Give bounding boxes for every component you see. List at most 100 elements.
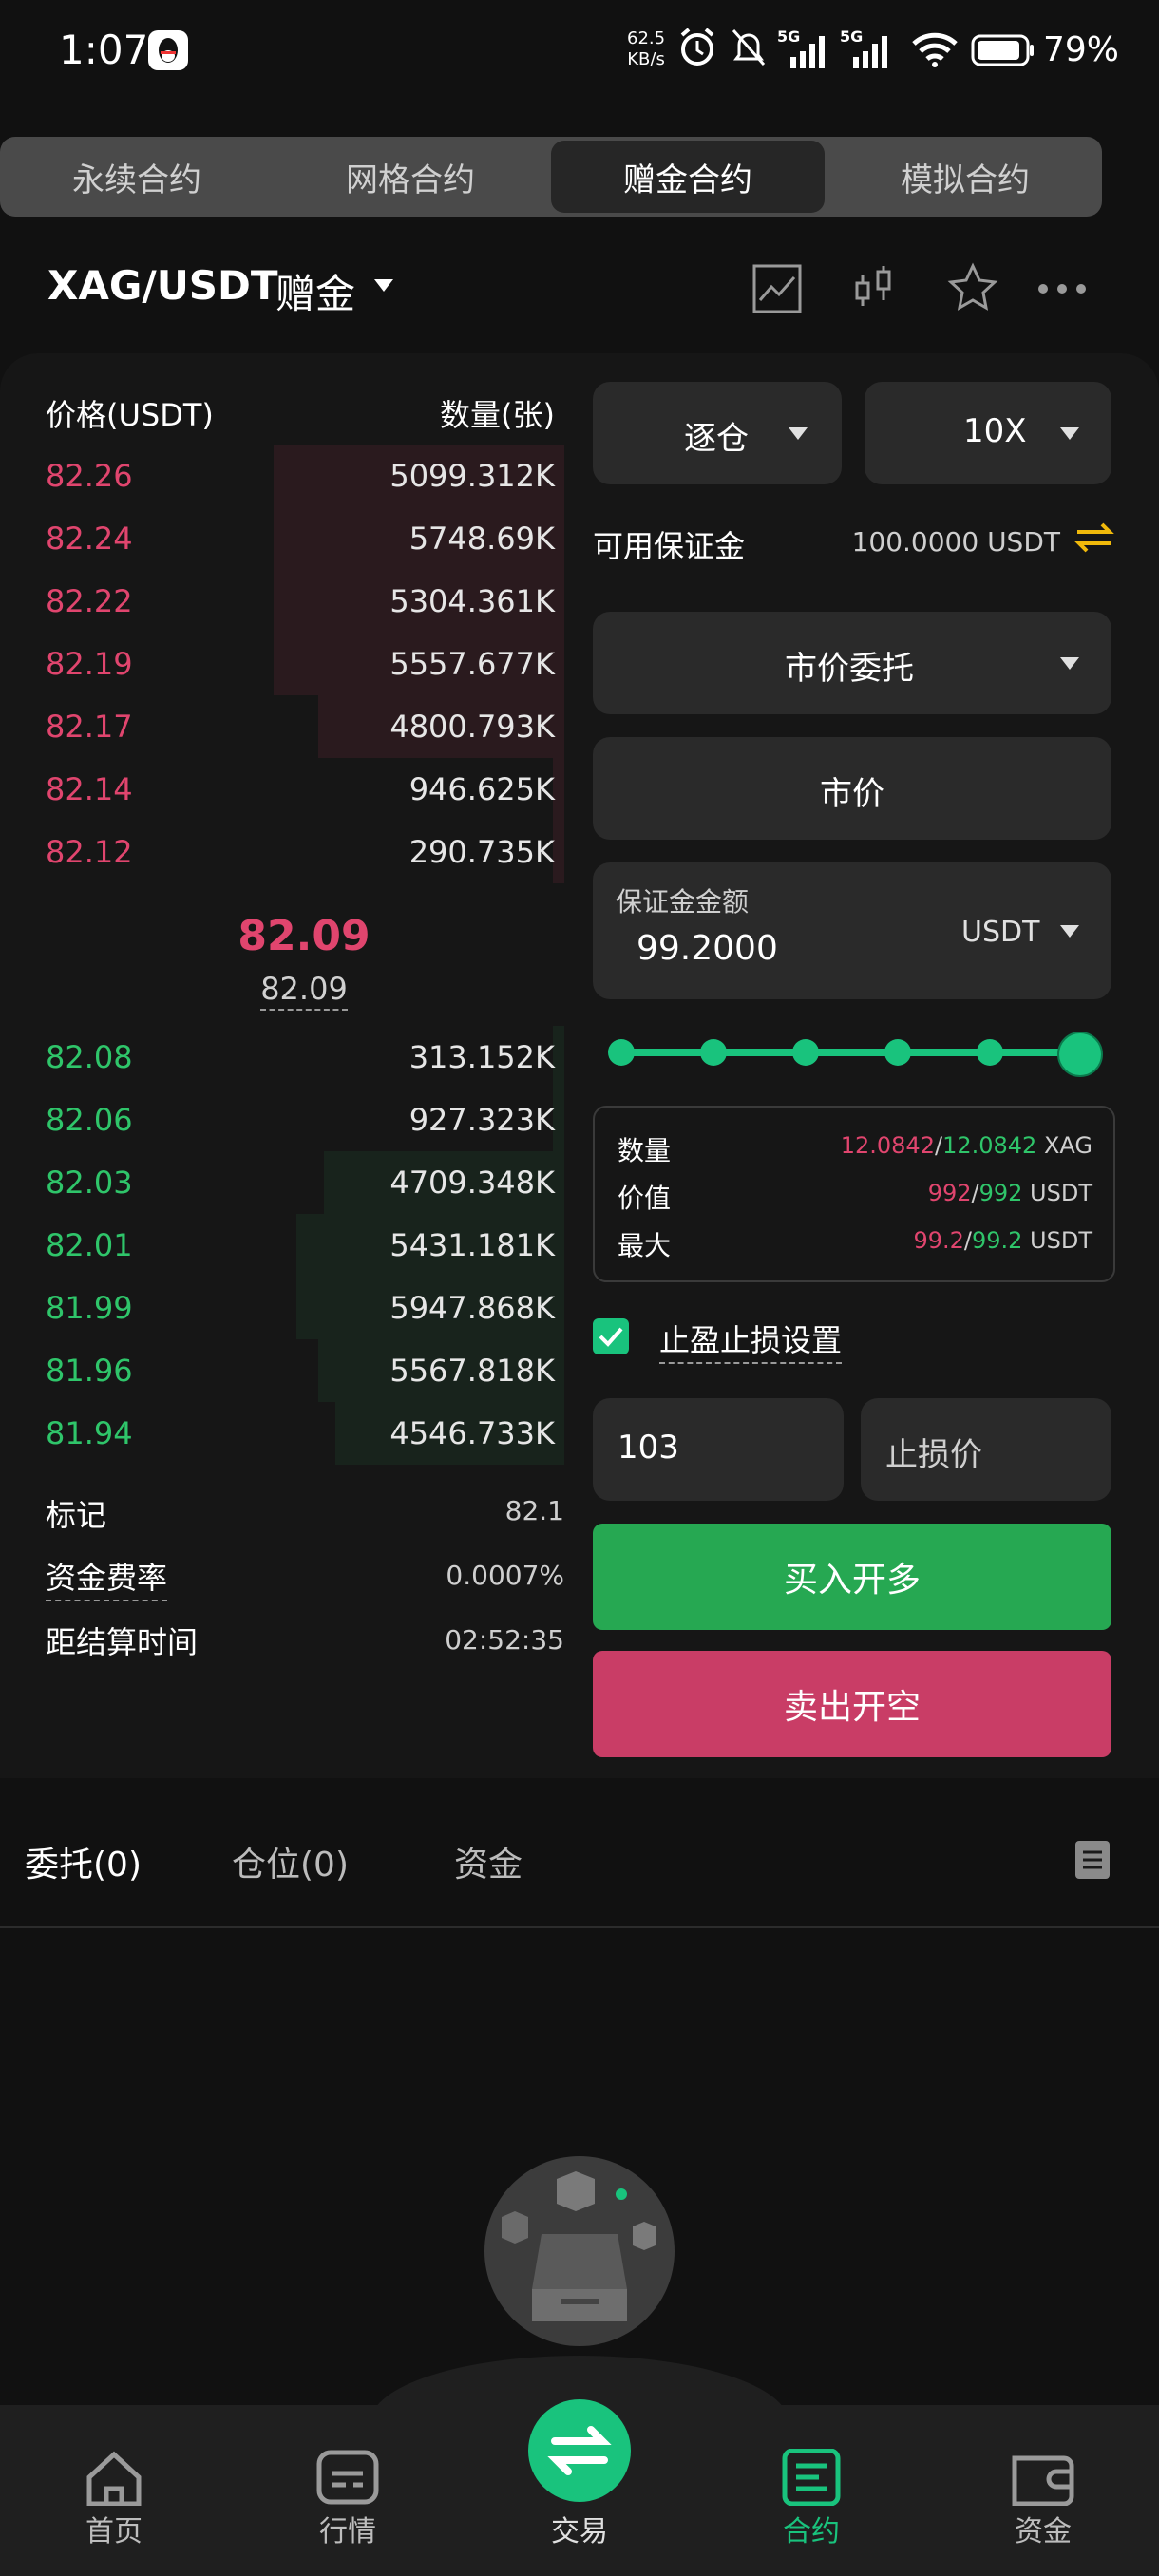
contract-icon[interactable] xyxy=(754,2449,868,2506)
trade-fab[interactable] xyxy=(528,2399,631,2502)
tab-demo[interactable]: 模拟合约 xyxy=(828,137,1102,217)
star-icon[interactable] xyxy=(946,262,999,315)
row-qty: 5557.677K xyxy=(390,646,555,682)
bid-row[interactable]: 82.08 313.152K xyxy=(0,1026,570,1089)
row-price: 82.19 xyxy=(46,646,133,682)
candlestick-icon[interactable] xyxy=(849,262,902,315)
row-price: 82.06 xyxy=(46,1102,133,1138)
stop-loss-placeholder: 止损价 xyxy=(885,1436,982,1474)
margin-mode-select[interactable]: 逐仓 xyxy=(593,382,842,484)
take-profit-value: 103 xyxy=(618,1429,679,1467)
row-price: 82.08 xyxy=(46,1039,133,1075)
tab-perpetual[interactable]: 永续合约 xyxy=(0,137,274,217)
qq-notification-icon xyxy=(148,30,188,70)
row-qty: 290.735K xyxy=(408,834,555,870)
ask-row[interactable]: 82.24 5748.69K xyxy=(0,507,570,570)
info-max: 最大 99.2/99.2 USDT xyxy=(618,1227,1092,1261)
tab-orders[interactable]: 委托(0) xyxy=(25,1837,142,1886)
leverage-select[interactable]: 10X xyxy=(864,382,1112,484)
slider-handle[interactable] xyxy=(1057,1032,1103,1077)
pair-tag[interactable]: 赠金 xyxy=(276,262,355,320)
row-qty: 4709.348K xyxy=(390,1165,555,1201)
row-qty: 5431.181K xyxy=(390,1227,555,1263)
pair-dropdown-icon[interactable] xyxy=(374,279,393,292)
battery-percent: 79% xyxy=(1043,30,1120,69)
row-qty: 4800.793K xyxy=(390,709,555,745)
slider-step-90[interactable] xyxy=(977,1039,1003,1066)
row-qty: 313.152K xyxy=(408,1039,555,1075)
take-profit-input[interactable]: 103 xyxy=(593,1398,844,1501)
orderbook-price-header: 价格(USDT) xyxy=(46,397,214,433)
slider-step-50[interactable] xyxy=(792,1039,819,1066)
network-speed: 62.5 KB/s xyxy=(627,28,666,69)
chevron-down-icon[interactable] xyxy=(1060,925,1079,938)
row-price: 81.94 xyxy=(46,1415,133,1451)
pair-symbol[interactable]: XAG/USDT xyxy=(48,262,278,309)
row-qty: 946.625K xyxy=(408,771,555,807)
nav-market-label[interactable]: 行情 xyxy=(291,2508,405,2549)
transfer-icon[interactable] xyxy=(1074,519,1115,557)
ask-row[interactable]: 82.22 5304.361K xyxy=(0,570,570,633)
wallet-icon[interactable] xyxy=(986,2449,1100,2506)
tab-positions[interactable]: 仓位(0) xyxy=(232,1837,349,1886)
amount-slider-track[interactable] xyxy=(621,1049,1077,1056)
sell-short-button[interactable]: 卖出开空 xyxy=(593,1651,1112,1757)
bid-row[interactable]: 82.06 927.323K xyxy=(0,1089,570,1151)
tab-bonus[interactable]: 赠金合约 xyxy=(551,141,825,213)
nav-home-label[interactable]: 首页 xyxy=(57,2508,171,2549)
bid-row[interactable]: 81.94 4546.733K xyxy=(0,1402,570,1465)
ask-row[interactable]: 82.17 4800.793K xyxy=(0,695,570,758)
nav-trade-label[interactable]: 交易 xyxy=(522,2508,636,2549)
ask-row[interactable]: 82.26 5099.312K xyxy=(0,445,570,507)
price-field-value: 市价 xyxy=(820,775,884,813)
ask-row[interactable]: 82.12 290.735K xyxy=(0,821,570,883)
row-qty: 927.323K xyxy=(408,1102,555,1138)
wifi-icon xyxy=(912,32,958,67)
status-bar: 1:07 62.5 KB/s 5G 5G 79% xyxy=(0,0,1159,104)
order-type-select[interactable]: 市价委托 xyxy=(593,612,1112,714)
chevron-down-icon xyxy=(1060,657,1079,670)
info-value: 价值 992/992 USDT xyxy=(618,1180,1092,1214)
section-divider xyxy=(0,1926,1159,1928)
index-price[interactable]: 82.09 xyxy=(0,971,608,1011)
bid-row[interactable]: 81.99 5947.868K xyxy=(0,1277,570,1339)
battery-icon xyxy=(971,34,1034,66)
bid-row[interactable]: 81.96 5567.818K xyxy=(0,1339,570,1402)
bid-row[interactable]: 82.01 5431.181K xyxy=(0,1214,570,1277)
tab-grid[interactable]: 网格合约 xyxy=(274,137,547,217)
mark-value: 82.1 xyxy=(504,1495,564,1526)
chevron-down-icon xyxy=(1060,427,1079,440)
market-icon[interactable] xyxy=(291,2449,405,2506)
slider-step-25[interactable] xyxy=(700,1039,727,1066)
slider-step-75[interactable] xyxy=(884,1039,911,1066)
funding-rate-label[interactable]: 资金费率 xyxy=(46,1554,168,1601)
stop-loss-input[interactable]: 止损价 xyxy=(861,1398,1112,1501)
ask-row[interactable]: 82.19 5557.677K xyxy=(0,633,570,695)
empty-box-icon xyxy=(502,2171,656,2321)
row-qty: 4546.733K xyxy=(390,1415,555,1451)
margin-amount-input[interactable]: 保证金金额 99.2000 USDT xyxy=(593,862,1112,999)
more-icon[interactable] xyxy=(1036,262,1089,315)
bid-row[interactable]: 82.03 4709.348K xyxy=(0,1151,570,1214)
buy-long-button[interactable]: 买入开多 xyxy=(593,1524,1112,1630)
ask-row[interactable]: 82.14 946.625K xyxy=(0,758,570,821)
nav-wallet-label[interactable]: 资金 xyxy=(986,2508,1100,2549)
tab-assets[interactable]: 资金 xyxy=(454,1837,522,1886)
row-price: 82.24 xyxy=(46,521,133,557)
contract-type-tabs: 永续合约 网格合约 赠金合约 模拟合约 xyxy=(0,137,1102,217)
row-price: 82.22 xyxy=(46,583,133,619)
alarm-icon xyxy=(680,28,714,66)
row-qty: 5567.818K xyxy=(390,1353,555,1389)
margin-currency[interactable]: USDT xyxy=(961,916,1039,949)
price-field[interactable]: 市价 xyxy=(593,737,1112,840)
document-icon[interactable] xyxy=(1074,1839,1112,1881)
row-price: 82.14 xyxy=(46,771,133,807)
nav-contract-label[interactable]: 合约 xyxy=(754,2508,868,2549)
slider-step-0[interactable] xyxy=(608,1039,635,1066)
svg-text:5G: 5G xyxy=(777,28,800,46)
home-icon[interactable] xyxy=(57,2449,171,2506)
tpsl-checkbox[interactable] xyxy=(593,1318,629,1354)
tpsl-label[interactable]: 止盈止损设置 xyxy=(659,1316,843,1364)
chart-icon[interactable] xyxy=(750,262,804,315)
row-price: 82.26 xyxy=(46,458,133,494)
